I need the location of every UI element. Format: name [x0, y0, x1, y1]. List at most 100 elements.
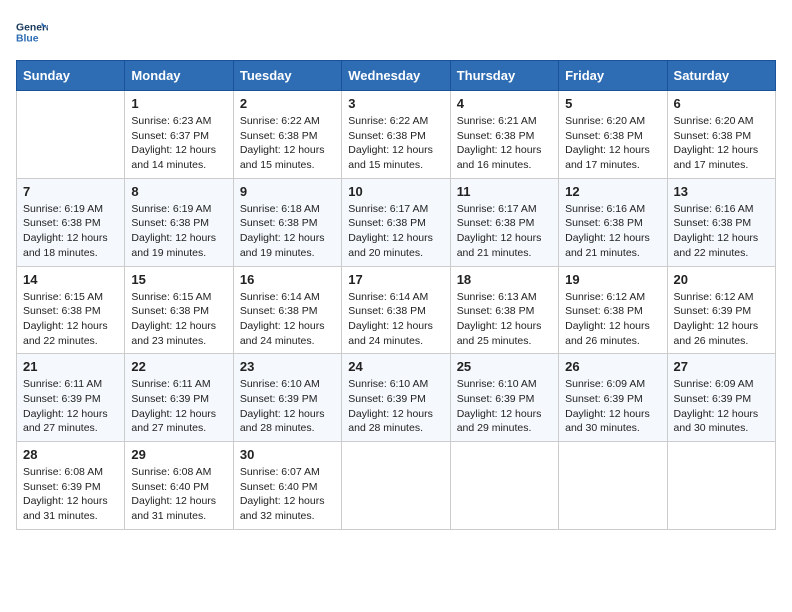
day-info: Sunrise: 6:20 AMSunset: 6:38 PMDaylight:… — [674, 114, 769, 173]
day-info: Sunrise: 6:07 AMSunset: 6:40 PMDaylight:… — [240, 465, 335, 524]
day-number: 27 — [674, 359, 769, 374]
day-info: Sunrise: 6:17 AMSunset: 6:38 PMDaylight:… — [348, 202, 443, 261]
calendar-cell: 8 Sunrise: 6:19 AMSunset: 6:38 PMDaylight… — [125, 178, 233, 266]
day-info: Sunrise: 6:18 AMSunset: 6:38 PMDaylight:… — [240, 202, 335, 261]
logo: General Blue — [16, 16, 48, 48]
day-info: Sunrise: 6:09 AMSunset: 6:39 PMDaylight:… — [674, 377, 769, 436]
day-info: Sunrise: 6:12 AMSunset: 6:38 PMDaylight:… — [565, 290, 660, 349]
day-number: 24 — [348, 359, 443, 374]
calendar-cell: 3 Sunrise: 6:22 AMSunset: 6:38 PMDaylight… — [342, 91, 450, 179]
calendar-cell — [342, 442, 450, 530]
day-info: Sunrise: 6:14 AMSunset: 6:38 PMDaylight:… — [348, 290, 443, 349]
day-info: Sunrise: 6:10 AMSunset: 6:39 PMDaylight:… — [348, 377, 443, 436]
day-number: 3 — [348, 96, 443, 111]
day-number: 8 — [131, 184, 226, 199]
day-of-week-header: Monday — [125, 61, 233, 91]
calendar-cell: 22 Sunrise: 6:11 AMSunset: 6:39 PMDayligh… — [125, 354, 233, 442]
day-number: 16 — [240, 272, 335, 287]
day-info: Sunrise: 6:15 AMSunset: 6:38 PMDaylight:… — [131, 290, 226, 349]
day-info: Sunrise: 6:19 AMSunset: 6:38 PMDaylight:… — [23, 202, 118, 261]
day-number: 11 — [457, 184, 552, 199]
day-of-week-header: Saturday — [667, 61, 775, 91]
day-info: Sunrise: 6:13 AMSunset: 6:38 PMDaylight:… — [457, 290, 552, 349]
calendar-table: SundayMondayTuesdayWednesdayThursdayFrid… — [16, 60, 776, 530]
day-number: 22 — [131, 359, 226, 374]
calendar-cell: 25 Sunrise: 6:10 AMSunset: 6:39 PMDayligh… — [450, 354, 558, 442]
day-number: 5 — [565, 96, 660, 111]
calendar-cell: 14 Sunrise: 6:15 AMSunset: 6:38 PMDayligh… — [17, 266, 125, 354]
day-number: 15 — [131, 272, 226, 287]
calendar-cell: 26 Sunrise: 6:09 AMSunset: 6:39 PMDayligh… — [559, 354, 667, 442]
calendar-cell — [559, 442, 667, 530]
day-info: Sunrise: 6:11 AMSunset: 6:39 PMDaylight:… — [23, 377, 118, 436]
page-header: General Blue — [16, 16, 776, 48]
day-number: 7 — [23, 184, 118, 199]
day-info: Sunrise: 6:11 AMSunset: 6:39 PMDaylight:… — [131, 377, 226, 436]
calendar-cell: 7 Sunrise: 6:19 AMSunset: 6:38 PMDaylight… — [17, 178, 125, 266]
day-number: 21 — [23, 359, 118, 374]
day-number: 28 — [23, 447, 118, 462]
day-info: Sunrise: 6:16 AMSunset: 6:38 PMDaylight:… — [674, 202, 769, 261]
day-info: Sunrise: 6:09 AMSunset: 6:39 PMDaylight:… — [565, 377, 660, 436]
day-info: Sunrise: 6:14 AMSunset: 6:38 PMDaylight:… — [240, 290, 335, 349]
calendar-cell: 19 Sunrise: 6:12 AMSunset: 6:38 PMDayligh… — [559, 266, 667, 354]
day-number: 1 — [131, 96, 226, 111]
day-of-week-header: Friday — [559, 61, 667, 91]
day-info: Sunrise: 6:20 AMSunset: 6:38 PMDaylight:… — [565, 114, 660, 173]
day-number: 4 — [457, 96, 552, 111]
day-number: 2 — [240, 96, 335, 111]
day-number: 17 — [348, 272, 443, 287]
calendar-cell: 11 Sunrise: 6:17 AMSunset: 6:38 PMDayligh… — [450, 178, 558, 266]
calendar-cell: 28 Sunrise: 6:08 AMSunset: 6:39 PMDayligh… — [17, 442, 125, 530]
day-number: 6 — [674, 96, 769, 111]
calendar-cell: 23Sunrise: 6:10 AMSunset: 6:39 PMDayligh… — [233, 354, 341, 442]
calendar-cell: 15 Sunrise: 6:15 AMSunset: 6:38 PMDayligh… — [125, 266, 233, 354]
calendar-cell: 9 Sunrise: 6:18 AMSunset: 6:38 PMDaylight… — [233, 178, 341, 266]
day-info: Sunrise: 6:10 AMSunset: 6:39 PMDaylight:… — [240, 377, 335, 436]
calendar-cell: 17 Sunrise: 6:14 AMSunset: 6:38 PMDayligh… — [342, 266, 450, 354]
day-info: Sunrise: 6:19 AMSunset: 6:38 PMDaylight:… — [131, 202, 226, 261]
day-number: 26 — [565, 359, 660, 374]
day-info: Sunrise: 6:23 AMSunset: 6:37 PMDaylight:… — [131, 114, 226, 173]
day-number: 19 — [565, 272, 660, 287]
day-info: Sunrise: 6:08 AMSunset: 6:39 PMDaylight:… — [23, 465, 118, 524]
day-number: 10 — [348, 184, 443, 199]
day-info: Sunrise: 6:22 AMSunset: 6:38 PMDaylight:… — [240, 114, 335, 173]
day-info: Sunrise: 6:21 AMSunset: 6:38 PMDaylight:… — [457, 114, 552, 173]
day-info: Sunrise: 6:16 AMSunset: 6:38 PMDaylight:… — [565, 202, 660, 261]
calendar-cell: 13 Sunrise: 6:16 AMSunset: 6:38 PMDayligh… — [667, 178, 775, 266]
calendar-cell: 29 Sunrise: 6:08 AMSunset: 6:40 PMDayligh… — [125, 442, 233, 530]
day-info: Sunrise: 6:12 AMSunset: 6:39 PMDaylight:… — [674, 290, 769, 349]
calendar-cell: 5 Sunrise: 6:20 AMSunset: 6:38 PMDaylight… — [559, 91, 667, 179]
day-number: 25 — [457, 359, 552, 374]
day-number: 14 — [23, 272, 118, 287]
day-info: Sunrise: 6:10 AMSunset: 6:39 PMDaylight:… — [457, 377, 552, 436]
day-info: Sunrise: 6:08 AMSunset: 6:40 PMDaylight:… — [131, 465, 226, 524]
day-info: Sunrise: 6:15 AMSunset: 6:38 PMDaylight:… — [23, 290, 118, 349]
calendar-cell: 21 Sunrise: 6:11 AMSunset: 6:39 PMDayligh… — [17, 354, 125, 442]
day-of-week-header: Wednesday — [342, 61, 450, 91]
day-number: 18 — [457, 272, 552, 287]
day-number: 30 — [240, 447, 335, 462]
calendar-cell: 16 Sunrise: 6:14 AMSunset: 6:38 PMDayligh… — [233, 266, 341, 354]
calendar-cell: 27 Sunrise: 6:09 AMSunset: 6:39 PMDayligh… — [667, 354, 775, 442]
calendar-cell: 12 Sunrise: 6:16 AMSunset: 6:38 PMDayligh… — [559, 178, 667, 266]
day-number: 12 — [565, 184, 660, 199]
day-of-week-header: Tuesday — [233, 61, 341, 91]
day-of-week-header: Sunday — [17, 61, 125, 91]
calendar-cell: 30 Sunrise: 6:07 AMSunset: 6:40 PMDayligh… — [233, 442, 341, 530]
day-info: Sunrise: 6:22 AMSunset: 6:38 PMDaylight:… — [348, 114, 443, 173]
day-number: 13 — [674, 184, 769, 199]
calendar-cell: 24 Sunrise: 6:10 AMSunset: 6:39 PMDayligh… — [342, 354, 450, 442]
calendar-cell — [17, 91, 125, 179]
calendar-cell — [450, 442, 558, 530]
day-number: 20 — [674, 272, 769, 287]
day-number: 9 — [240, 184, 335, 199]
svg-text:Blue: Blue — [16, 34, 39, 45]
day-number: 29 — [131, 447, 226, 462]
day-of-week-header: Thursday — [450, 61, 558, 91]
calendar-cell: 2 Sunrise: 6:22 AMSunset: 6:38 PMDaylight… — [233, 91, 341, 179]
calendar-cell: 4 Sunrise: 6:21 AMSunset: 6:38 PMDaylight… — [450, 91, 558, 179]
day-info: Sunrise: 6:17 AMSunset: 6:38 PMDaylight:… — [457, 202, 552, 261]
calendar-cell — [667, 442, 775, 530]
